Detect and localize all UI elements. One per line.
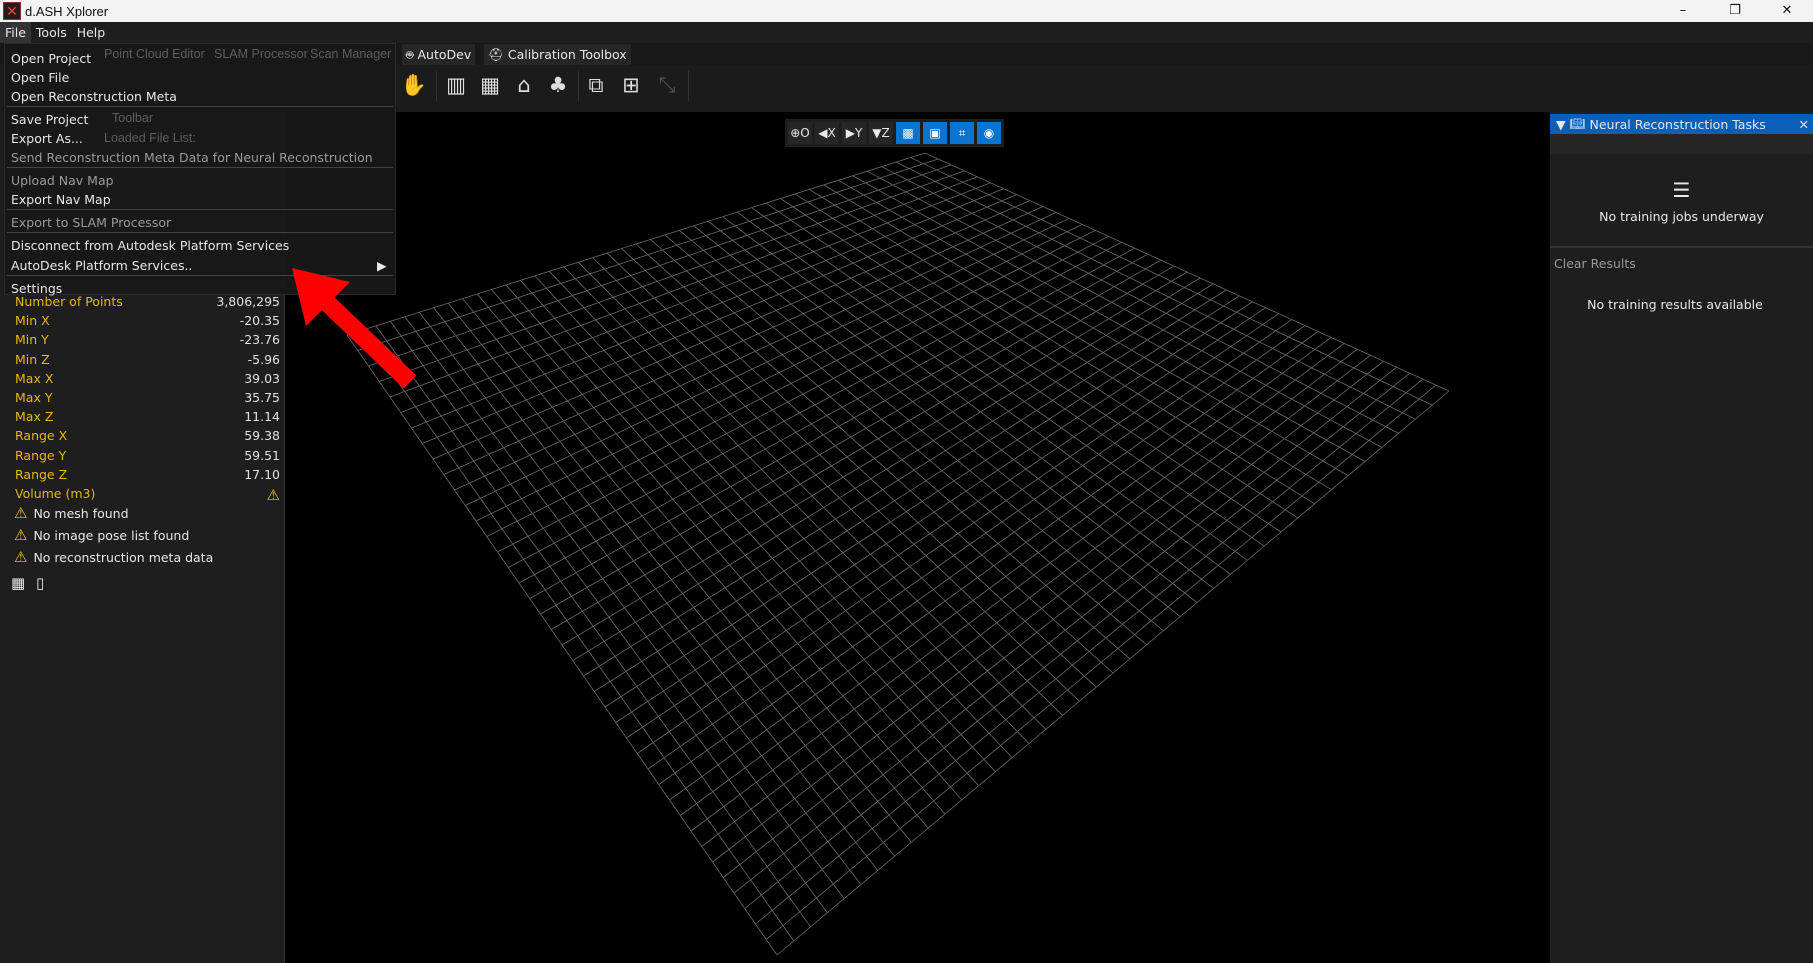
tab-scan-manager[interactable]: Scan Manager xyxy=(310,44,391,65)
tab-point-cloud-editor[interactable]: Point Cloud Editor xyxy=(104,44,205,65)
no-jobs-text: No training jobs underway xyxy=(1599,209,1764,224)
clear-results-button[interactable]: Clear Results xyxy=(1554,256,1636,271)
book-reader-icon: 📖︎ xyxy=(1569,116,1586,131)
toolbar-label: Toolbar xyxy=(112,111,153,125)
no-results-text: No training results available xyxy=(1587,297,1763,312)
close-panel-icon[interactable]: ✕ xyxy=(1799,117,1809,132)
panel-title: Neural Reconstruction Tasks xyxy=(1589,116,1766,132)
red-arrow-annotation xyxy=(292,268,417,389)
loaded-file-list-label: Loaded File List: xyxy=(104,131,196,145)
neural-reconstruction-header: ▼ 📖︎ Neural Reconstruction Tasks ✕ xyxy=(1550,114,1813,134)
collapse-triangle-icon[interactable]: ▼ xyxy=(1556,117,1566,132)
server-icon: ☰ xyxy=(1672,178,1691,202)
right-panel: ▼ 📖︎ Neural Reconstruction Tasks ✕ ☰ No … xyxy=(1550,112,1813,963)
tab-slam-processor[interactable]: SLAM Processor xyxy=(214,44,308,65)
